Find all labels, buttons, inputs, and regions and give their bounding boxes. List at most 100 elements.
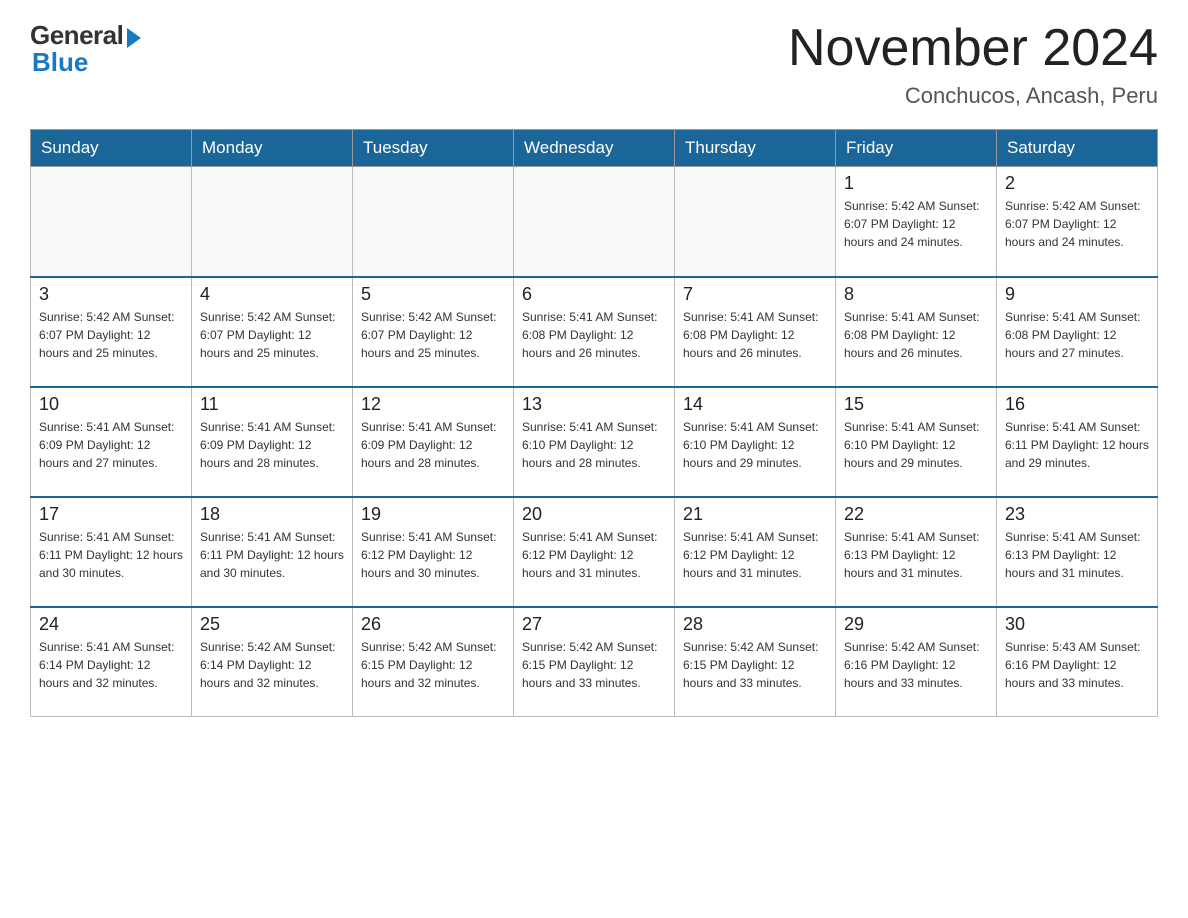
day-info: Sunrise: 5:41 AM Sunset: 6:09 PM Dayligh… (200, 418, 344, 472)
day-info: Sunrise: 5:41 AM Sunset: 6:10 PM Dayligh… (844, 418, 988, 472)
calendar-cell (192, 167, 353, 277)
calendar-cell: 23 Sunrise: 5:41 AM Sunset: 6:13 PM Dayli… (997, 497, 1158, 607)
calendar-cell: 22 Sunrise: 5:41 AM Sunset: 6:13 PM Dayli… (836, 497, 997, 607)
day-info: Sunrise: 5:41 AM Sunset: 6:14 PM Dayligh… (39, 638, 183, 692)
calendar-week-row: 10 Sunrise: 5:41 AM Sunset: 6:09 PM Dayli… (31, 387, 1158, 497)
calendar-cell: 14 Sunrise: 5:41 AM Sunset: 6:10 PM Dayli… (675, 387, 836, 497)
calendar-header-row: SundayMondayTuesdayWednesdayThursdayFrid… (31, 130, 1158, 167)
calendar-cell: 10 Sunrise: 5:41 AM Sunset: 6:09 PM Dayli… (31, 387, 192, 497)
day-info: Sunrise: 5:42 AM Sunset: 6:07 PM Dayligh… (39, 308, 183, 362)
day-info: Sunrise: 5:42 AM Sunset: 6:15 PM Dayligh… (522, 638, 666, 692)
day-info: Sunrise: 5:41 AM Sunset: 6:08 PM Dayligh… (522, 308, 666, 362)
day-number: 14 (683, 394, 827, 415)
calendar-cell: 7 Sunrise: 5:41 AM Sunset: 6:08 PM Daylig… (675, 277, 836, 387)
calendar-header-monday: Monday (192, 130, 353, 167)
calendar-header-sunday: Sunday (31, 130, 192, 167)
day-number: 22 (844, 504, 988, 525)
day-number: 29 (844, 614, 988, 635)
day-number: 28 (683, 614, 827, 635)
day-number: 4 (200, 284, 344, 305)
day-info: Sunrise: 5:42 AM Sunset: 6:07 PM Dayligh… (1005, 197, 1149, 251)
calendar-cell: 8Sunrise: 5:41 AM Sunset: 6:08 PM Daylig… (836, 277, 997, 387)
day-number: 21 (683, 504, 827, 525)
calendar-cell: 6 Sunrise: 5:41 AM Sunset: 6:08 PM Daylig… (514, 277, 675, 387)
day-number: 8 (844, 284, 988, 305)
calendar-week-row: 24 Sunrise: 5:41 AM Sunset: 6:14 PM Dayli… (31, 607, 1158, 717)
calendar-cell (31, 167, 192, 277)
day-number: 13 (522, 394, 666, 415)
calendar-cell: 21 Sunrise: 5:41 AM Sunset: 6:12 PM Dayli… (675, 497, 836, 607)
page-header: General Blue November 2024 Conchucos, An… (30, 20, 1158, 109)
day-number: 9 (1005, 284, 1149, 305)
calendar-cell: 20 Sunrise: 5:41 AM Sunset: 6:12 PM Dayli… (514, 497, 675, 607)
calendar-table: SundayMondayTuesdayWednesdayThursdayFrid… (30, 129, 1158, 717)
calendar-cell: 5 Sunrise: 5:42 AM Sunset: 6:07 PM Daylig… (353, 277, 514, 387)
calendar-cell: 1 Sunrise: 5:42 AM Sunset: 6:07 PM Daylig… (836, 167, 997, 277)
day-number: 2 (1005, 173, 1149, 194)
title-section: November 2024 Conchucos, Ancash, Peru (788, 20, 1158, 109)
day-number: 30 (1005, 614, 1149, 635)
day-info: Sunrise: 5:41 AM Sunset: 6:09 PM Dayligh… (39, 418, 183, 472)
calendar-cell: 13 Sunrise: 5:41 AM Sunset: 6:10 PM Dayli… (514, 387, 675, 497)
page-subtitle: Conchucos, Ancash, Peru (788, 83, 1158, 109)
day-info: Sunrise: 5:41 AM Sunset: 6:08 PM Dayligh… (1005, 308, 1149, 362)
day-info: Sunrise: 5:41 AM Sunset: 6:12 PM Dayligh… (361, 528, 505, 582)
calendar-week-row: 17 Sunrise: 5:41 AM Sunset: 6:11 PM Dayli… (31, 497, 1158, 607)
calendar-cell: 29Sunrise: 5:42 AM Sunset: 6:16 PM Dayli… (836, 607, 997, 717)
calendar-cell: 4 Sunrise: 5:42 AM Sunset: 6:07 PM Daylig… (192, 277, 353, 387)
day-info: Sunrise: 5:43 AM Sunset: 6:16 PM Dayligh… (1005, 638, 1149, 692)
day-info: Sunrise: 5:42 AM Sunset: 6:07 PM Dayligh… (844, 197, 988, 251)
day-number: 17 (39, 504, 183, 525)
day-info: Sunrise: 5:41 AM Sunset: 6:09 PM Dayligh… (361, 418, 505, 472)
calendar-cell: 16Sunrise: 5:41 AM Sunset: 6:11 PM Dayli… (997, 387, 1158, 497)
day-info: Sunrise: 5:41 AM Sunset: 6:11 PM Dayligh… (39, 528, 183, 582)
calendar-header-wednesday: Wednesday (514, 130, 675, 167)
calendar-cell: 30 Sunrise: 5:43 AM Sunset: 6:16 PM Dayli… (997, 607, 1158, 717)
logo-arrow-icon (127, 28, 141, 48)
day-info: Sunrise: 5:41 AM Sunset: 6:13 PM Dayligh… (844, 528, 988, 582)
calendar-cell: 19 Sunrise: 5:41 AM Sunset: 6:12 PM Dayli… (353, 497, 514, 607)
calendar-week-row: 1 Sunrise: 5:42 AM Sunset: 6:07 PM Daylig… (31, 167, 1158, 277)
calendar-cell: 28Sunrise: 5:42 AM Sunset: 6:15 PM Dayli… (675, 607, 836, 717)
day-info: Sunrise: 5:41 AM Sunset: 6:12 PM Dayligh… (522, 528, 666, 582)
day-info: Sunrise: 5:41 AM Sunset: 6:10 PM Dayligh… (683, 418, 827, 472)
calendar-cell: 2 Sunrise: 5:42 AM Sunset: 6:07 PM Daylig… (997, 167, 1158, 277)
day-number: 3 (39, 284, 183, 305)
day-number: 20 (522, 504, 666, 525)
day-number: 12 (361, 394, 505, 415)
calendar-cell: 9 Sunrise: 5:41 AM Sunset: 6:08 PM Daylig… (997, 277, 1158, 387)
day-number: 18 (200, 504, 344, 525)
day-info: Sunrise: 5:41 AM Sunset: 6:13 PM Dayligh… (1005, 528, 1149, 582)
calendar-cell: 18Sunrise: 5:41 AM Sunset: 6:11 PM Dayli… (192, 497, 353, 607)
day-info: Sunrise: 5:42 AM Sunset: 6:07 PM Dayligh… (361, 308, 505, 362)
page-title: November 2024 (788, 20, 1158, 77)
day-info: Sunrise: 5:41 AM Sunset: 6:08 PM Dayligh… (683, 308, 827, 362)
calendar-cell: 15 Sunrise: 5:41 AM Sunset: 6:10 PM Dayli… (836, 387, 997, 497)
day-number: 15 (844, 394, 988, 415)
calendar-cell (675, 167, 836, 277)
day-number: 26 (361, 614, 505, 635)
day-number: 1 (844, 173, 988, 194)
calendar-cell: 11Sunrise: 5:41 AM Sunset: 6:09 PM Dayli… (192, 387, 353, 497)
day-number: 24 (39, 614, 183, 635)
day-number: 5 (361, 284, 505, 305)
day-info: Sunrise: 5:42 AM Sunset: 6:07 PM Dayligh… (200, 308, 344, 362)
calendar-cell: 25Sunrise: 5:42 AM Sunset: 6:14 PM Dayli… (192, 607, 353, 717)
day-number: 6 (522, 284, 666, 305)
day-info: Sunrise: 5:41 AM Sunset: 6:10 PM Dayligh… (522, 418, 666, 472)
day-number: 10 (39, 394, 183, 415)
day-number: 23 (1005, 504, 1149, 525)
logo-blue-text: Blue (32, 47, 88, 78)
day-info: Sunrise: 5:41 AM Sunset: 6:11 PM Dayligh… (1005, 418, 1149, 472)
calendar-cell: 17 Sunrise: 5:41 AM Sunset: 6:11 PM Dayli… (31, 497, 192, 607)
day-number: 7 (683, 284, 827, 305)
day-info: Sunrise: 5:42 AM Sunset: 6:15 PM Dayligh… (361, 638, 505, 692)
day-number: 25 (200, 614, 344, 635)
day-number: 19 (361, 504, 505, 525)
calendar-week-row: 3 Sunrise: 5:42 AM Sunset: 6:07 PM Daylig… (31, 277, 1158, 387)
calendar-cell: 12 Sunrise: 5:41 AM Sunset: 6:09 PM Dayli… (353, 387, 514, 497)
day-info: Sunrise: 5:41 AM Sunset: 6:12 PM Dayligh… (683, 528, 827, 582)
calendar-header-tuesday: Tuesday (353, 130, 514, 167)
logo: General Blue (30, 20, 141, 78)
calendar-cell: 27Sunrise: 5:42 AM Sunset: 6:15 PM Dayli… (514, 607, 675, 717)
